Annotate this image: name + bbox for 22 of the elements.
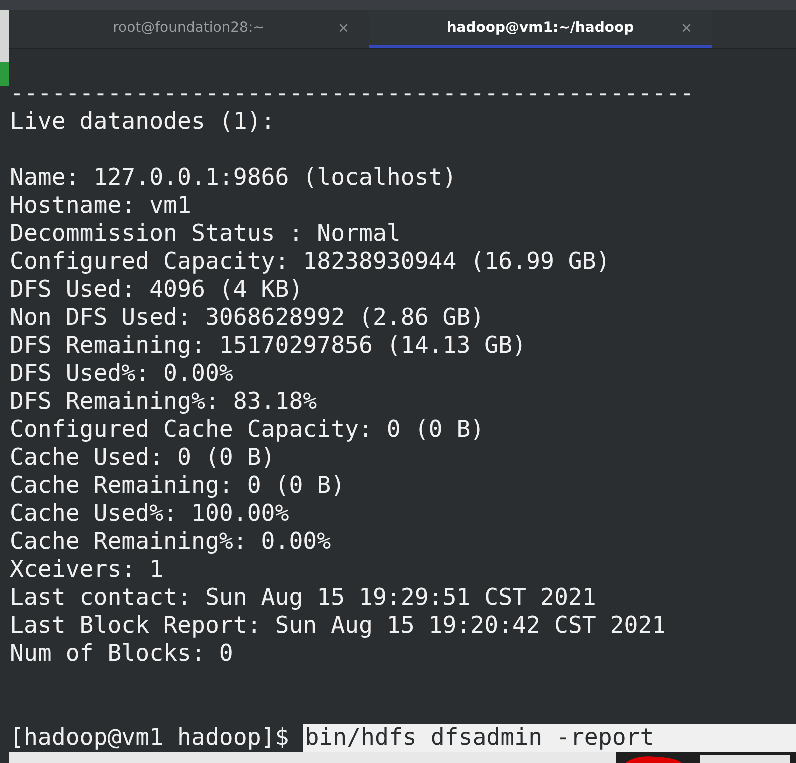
terminal-line: ------------------------------------------------- xyxy=(10,80,694,107)
terminal-line: DFS Remaining%: 83.18% xyxy=(10,388,318,415)
terminal-line: Configured Capacity: 18238930944 (16.99 GB) xyxy=(10,248,610,275)
terminal-line: Cache Used%: 100.00% xyxy=(10,500,290,527)
terminal-line: Cache Used: 0 (0 B) xyxy=(10,444,276,471)
terminal-line: Decommission Status : Normal xyxy=(10,220,401,247)
terminal-line: DFS Used%: 0.00% xyxy=(10,360,234,387)
terminal-line: Live datanodes (1): xyxy=(10,108,276,135)
terminal-line: DFS Remaining: 15170297856 (14.13 GB) xyxy=(10,332,527,359)
terminal-line: DFS Used: 4096 (4 KB) xyxy=(10,276,304,303)
terminal-line: Last contact: Sun Aug 15 19:29:51 CST 2021 xyxy=(10,584,596,611)
terminal-line: Hostname: vm1 xyxy=(10,192,192,219)
terminal-line: Cache Remaining%: 0.00% xyxy=(10,528,332,555)
terminal-line: Cache Remaining: 0 (0 B) xyxy=(10,472,346,499)
terminal-line: Xceivers: 1 xyxy=(10,556,164,583)
terminal-line: Num of Blocks: 0 xyxy=(10,640,234,667)
shell-prompt: [hadoop@vm1 hadoop]$ xyxy=(10,724,290,752)
terminal-line: Name: 127.0.0.1:9866 (localhost) xyxy=(10,164,457,191)
terminal-line: Last Block Report: Sun Aug 15 19:20:42 CST 2021 xyxy=(10,612,666,639)
command-text: bin/hdfs dfsadmin -report xyxy=(303,724,796,752)
terminal-line: Configured Cache Capacity: 0 (0 B) xyxy=(10,416,485,443)
terminal-line: Non DFS Used: 3068628992 (2.86 GB) xyxy=(10,304,485,331)
